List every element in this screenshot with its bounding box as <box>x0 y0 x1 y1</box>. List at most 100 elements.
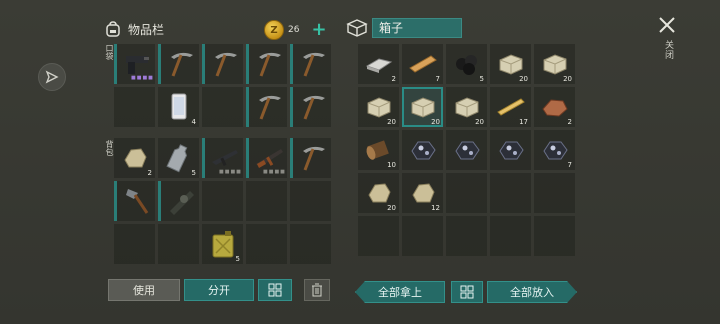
backpack-slot[interactable] <box>290 138 331 178</box>
pocket-slot[interactable]: 4 <box>158 87 199 127</box>
iron-ore-icon <box>455 141 480 160</box>
copper-ore-icon <box>542 99 568 117</box>
pickaxe-icon <box>303 146 325 171</box>
sort-inventory-button[interactable] <box>258 279 292 301</box>
item-count: 4 <box>191 118 196 126</box>
box-slot[interactable]: 10 <box>358 130 399 170</box>
stone-icon <box>124 148 147 168</box>
box-slot[interactable] <box>402 130 443 170</box>
inventory-header: 物品栏 <box>104 20 164 38</box>
grenade-launcher-icon <box>170 191 194 215</box>
quality-dots: ■■■■ <box>263 169 286 175</box>
box-slot[interactable] <box>534 216 575 256</box>
box-slot[interactable] <box>446 130 487 170</box>
currency-display: Z 26 + <box>264 20 327 40</box>
pocket-slot[interactable] <box>114 87 155 127</box>
backpack-slot[interactable] <box>202 181 243 221</box>
inventory-screen: 物品栏 Z 26 + 箱子 关闭 口袋 背包 ■■■■ 4 2 5 ■■■■ ■■■■ 5… <box>0 0 720 324</box>
box-slot[interactable]: 12 <box>402 173 443 213</box>
pocket-slot[interactable] <box>202 44 243 84</box>
item-count: 7 <box>567 161 572 169</box>
box-slot[interactable] <box>402 216 443 256</box>
coal-icon <box>456 55 477 75</box>
use-button[interactable]: 使用 <box>108 279 180 301</box>
take-all-button[interactable]: 全部拿上 <box>355 281 445 303</box>
pickaxe-icon <box>303 52 325 77</box>
backpack-slot[interactable] <box>290 181 331 221</box>
box-slot[interactable]: 20 <box>490 44 531 84</box>
item-count: 12 <box>431 204 440 212</box>
grid-sort-icon <box>268 283 282 297</box>
box-slot[interactable]: 20 <box>402 87 443 127</box>
backpack-slot[interactable] <box>246 181 287 221</box>
item-count: 5 <box>191 169 196 177</box>
pickaxe-icon <box>171 52 193 77</box>
backpack-icon <box>106 21 120 37</box>
pickaxe-icon <box>259 52 281 77</box>
pickaxe-icon <box>215 52 237 77</box>
backpack-slot[interactable] <box>158 181 199 221</box>
backpack-slot[interactable]: 5 <box>202 224 243 264</box>
side-toggle-button[interactable] <box>38 63 66 91</box>
phone-icon <box>171 93 187 120</box>
hatchet-icon <box>126 189 149 214</box>
pocket-slot[interactable] <box>158 44 199 84</box>
backpack-slot[interactable] <box>114 181 155 221</box>
box-slot[interactable]: 17 <box>490 87 531 127</box>
backpack-slot[interactable]: 5 <box>158 138 199 178</box>
box-slot[interactable]: 7 <box>402 44 443 84</box>
box-slot[interactable]: 2 <box>358 44 399 84</box>
backpack-slot[interactable]: ■■■■ <box>202 138 243 178</box>
pocket-slot[interactable] <box>246 87 287 127</box>
item-count: 5 <box>479 75 484 83</box>
box-slot[interactable]: 7 <box>534 130 575 170</box>
box-slot[interactable] <box>446 216 487 256</box>
pocket-slot[interactable]: ■■■■ <box>114 44 155 84</box>
box-slot[interactable] <box>446 173 487 213</box>
close-icon[interactable] <box>656 14 678 36</box>
put-all-button[interactable]: 全部放入 <box>487 281 577 303</box>
item-count: 20 <box>387 118 396 126</box>
backpack-slot[interactable] <box>158 224 199 264</box>
box-slot[interactable]: 20 <box>446 87 487 127</box>
iron-ore-icon <box>499 141 524 160</box>
split-button[interactable]: 分开 <box>184 279 254 301</box>
pocket-slot[interactable] <box>246 44 287 84</box>
backpack-slot[interactable] <box>114 224 155 264</box>
paper-plane-icon <box>45 70 59 84</box>
box-slot[interactable]: 20 <box>358 87 399 127</box>
pocket-slot[interactable] <box>202 87 243 127</box>
item-count: 20 <box>563 75 572 83</box>
iron-ore-icon <box>543 141 568 160</box>
box-slot[interactable]: 2 <box>534 87 575 127</box>
pocket-slot[interactable] <box>290 44 331 84</box>
trash-button[interactable] <box>304 279 330 301</box>
item-count: 20 <box>387 204 396 212</box>
add-currency-button[interactable]: + <box>311 21 326 39</box>
box-slot[interactable] <box>490 173 531 213</box>
box-slot[interactable]: 5 <box>446 44 487 84</box>
backpack-grid: 2 5 ■■■■ ■■■■ 5 <box>114 138 331 264</box>
box-slot[interactable] <box>490 216 531 256</box>
quality-dots: ■■■■ <box>131 75 154 81</box>
item-count: 5 <box>235 255 240 263</box>
backpack-slot[interactable]: ■■■■ <box>246 138 287 178</box>
sort-box-button[interactable] <box>451 281 483 303</box>
pocket-slot[interactable] <box>290 87 331 127</box>
coin-icon: Z <box>264 20 284 40</box>
box-slot[interactable] <box>490 130 531 170</box>
backpack-slot[interactable] <box>290 224 331 264</box>
crate-icon <box>346 19 368 37</box>
backpack-slot[interactable] <box>246 224 287 264</box>
backpack-slot[interactable]: 2 <box>114 138 155 178</box>
box-slot[interactable]: 20 <box>534 44 575 84</box>
inventory-title: 物品栏 <box>128 22 165 37</box>
box-title: 箱子 <box>372 18 462 38</box>
fuel-can-icon <box>212 231 234 258</box>
box-slot[interactable]: 20 <box>358 173 399 213</box>
item-count: 2 <box>391 75 396 83</box>
box-slot[interactable] <box>358 216 399 256</box>
iron-ore-icon <box>411 141 436 160</box>
close-label[interactable]: 关闭 <box>662 40 675 60</box>
box-slot[interactable] <box>534 173 575 213</box>
